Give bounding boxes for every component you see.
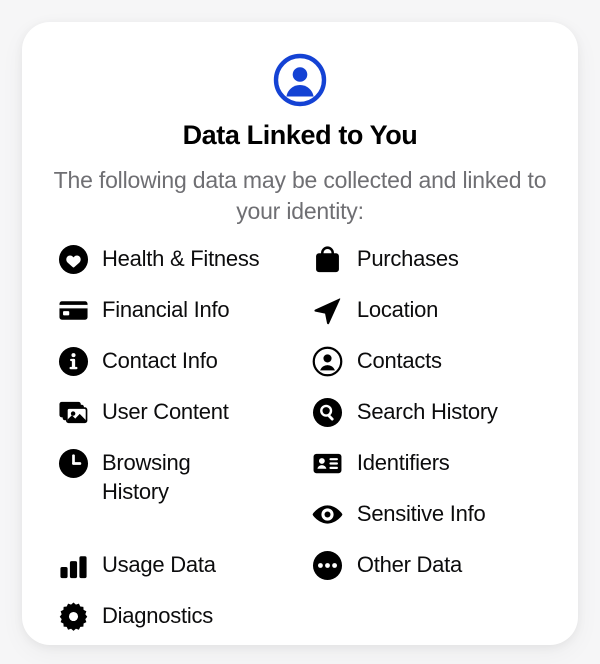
list-item: Purchases: [311, 240, 548, 291]
right-column: Purchases Location Contacts Search Histo…: [311, 240, 548, 645]
list-item-label: Sensitive Info: [356, 501, 486, 526]
clock-icon: [56, 446, 90, 480]
list-item: Identifiers: [311, 444, 548, 495]
list-item-label: Purchases: [356, 246, 459, 271]
credit-card-icon: [56, 293, 90, 327]
list-item: Financial Info: [56, 291, 311, 342]
eye-icon: [311, 497, 345, 531]
list-item: Diagnostics: [56, 597, 311, 645]
magnifier-circle-icon: [311, 395, 345, 429]
id-card-icon: [311, 446, 345, 480]
list-item: Search History: [311, 393, 548, 444]
list-item-label: Usage Data: [102, 552, 216, 577]
data-linked-card: Data Linked to You The following data ma…: [22, 22, 578, 645]
list-item-label: Browsing History: [102, 450, 191, 505]
person-circle-icon: [272, 52, 328, 108]
photos-stack-icon: [56, 395, 90, 429]
card-subtitle: The following data may be collected and …: [53, 166, 547, 225]
list-item-label: Financial Info: [102, 297, 230, 322]
data-categories: Health & Fitness Financial Info Contact …: [22, 240, 578, 645]
list-item: Location: [311, 291, 548, 342]
list-item: Other Data: [311, 546, 548, 597]
list-item-label: Diagnostics: [102, 603, 213, 628]
location-arrow-icon: [311, 293, 345, 327]
ellipsis-circle-icon: [311, 548, 345, 582]
card-title: Data Linked to You: [182, 120, 418, 150]
left-column: Health & Fitness Financial Info Contact …: [56, 240, 311, 645]
list-item: Health & Fitness: [56, 240, 311, 291]
person-circle-outline-icon: [311, 344, 345, 378]
list-item: Contact Info: [56, 342, 311, 393]
list-item-label: Other Data: [356, 552, 462, 577]
list-item-label: Contact Info: [102, 348, 218, 373]
heart-circle-icon: [56, 242, 90, 276]
list-item-label: User Content: [102, 399, 229, 424]
list-item-label: Identifiers: [356, 450, 450, 475]
list-item: Browsing History: [56, 444, 311, 546]
bar-chart-icon: [56, 548, 90, 582]
list-item-label: Contacts: [356, 348, 442, 373]
list-item: User Content: [56, 393, 311, 444]
list-item-label: Search History: [356, 399, 498, 424]
shopping-bag-icon: [311, 242, 345, 276]
gear-icon: [56, 599, 90, 633]
list-item: Usage Data: [56, 546, 311, 597]
list-item-label: Location: [356, 297, 439, 322]
list-item: Sensitive Info: [311, 495, 548, 546]
list-item: Contacts: [311, 342, 548, 393]
card-header: Data Linked to You The following data ma…: [22, 22, 578, 228]
info-circle-icon: [56, 344, 90, 378]
list-item-label: Health & Fitness: [102, 246, 260, 271]
